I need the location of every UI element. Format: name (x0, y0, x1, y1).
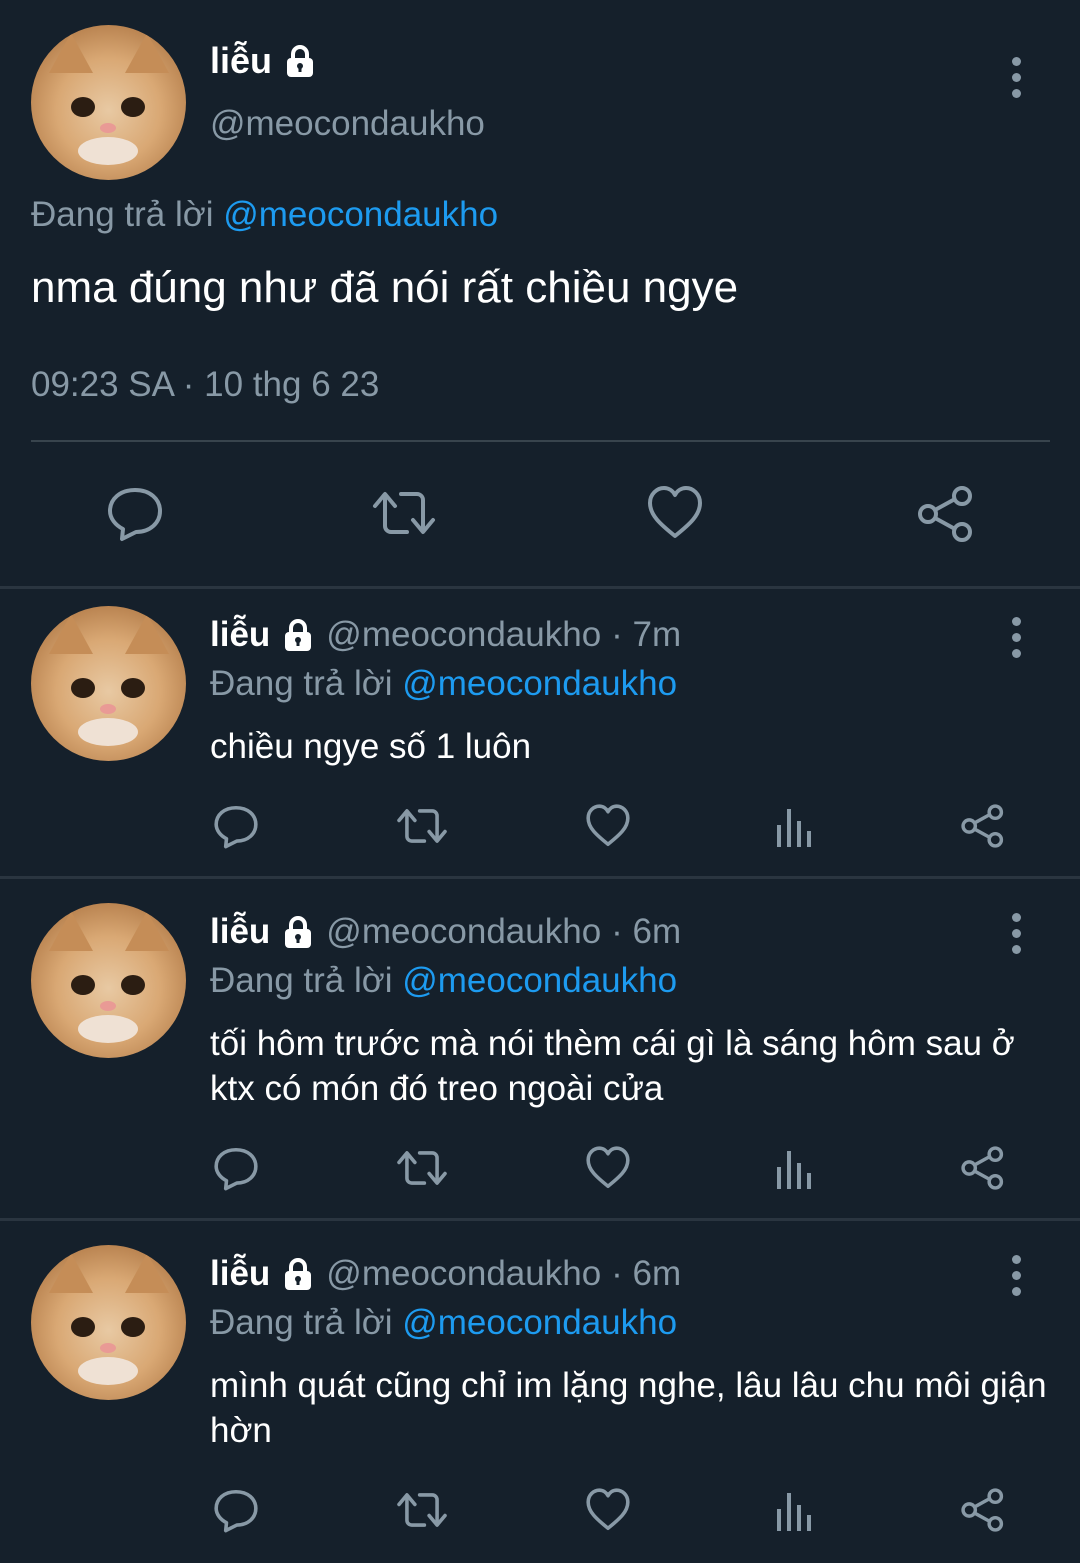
lock-icon (280, 914, 316, 950)
tweet-actions (0, 484, 1080, 544)
tweet-text: tối hôm trước mà nói thèm cái gì là sáng… (210, 1024, 1015, 1108)
author-name[interactable]: liễu (210, 1254, 270, 1294)
lock-icon (280, 1256, 316, 1292)
tweet-actions (0, 1145, 1080, 1195)
replying-to-link[interactable]: @meocondaukho (223, 195, 498, 234)
lock-icon (280, 617, 316, 653)
replying-label: Đang trả lời (31, 195, 214, 234)
reply-tweet[interactable]: liễu @meocondaukho · 6m Đang trả lời @me… (0, 879, 1080, 1219)
share-icon[interactable] (960, 1487, 1006, 1533)
analytics-icon[interactable] (775, 1145, 815, 1191)
divider (31, 440, 1050, 442)
tweet-timestamp[interactable]: 09:23 SA · 10 thg 6 23 (31, 365, 379, 405)
share-icon[interactable] (960, 803, 1006, 849)
replying-label: Đang trả lời (210, 664, 393, 703)
avatar[interactable] (31, 606, 186, 761)
author-handle[interactable]: @meocondaukho (326, 912, 601, 952)
reply-icon[interactable] (106, 484, 164, 542)
reply-icon[interactable] (213, 1487, 259, 1533)
avatar[interactable] (31, 903, 186, 1058)
avatar[interactable] (31, 1245, 186, 1400)
tweet-time: · 6m (611, 912, 682, 951)
like-icon[interactable] (646, 484, 704, 542)
author-handle[interactable]: @meocondaukho (326, 615, 601, 655)
author-name[interactable]: liễu (210, 615, 270, 655)
reply-tweet[interactable]: liễu @meocondaukho · 6m Đang trả lời @me… (0, 1221, 1080, 1563)
lock-icon (282, 43, 318, 79)
retweet-icon[interactable] (395, 803, 449, 849)
tweet-time: · 6m (611, 1254, 682, 1293)
main-tweet: liễu @meocondaukho Đang trả lời @meocond… (0, 0, 1080, 587)
tweet-actions (0, 1487, 1080, 1537)
tweet-time: · 7m (611, 615, 682, 654)
replying-label: Đang trả lời (210, 1303, 393, 1342)
more-options-icon[interactable] (1012, 1255, 1022, 1303)
analytics-icon[interactable] (775, 803, 815, 849)
more-options-icon[interactable] (1012, 617, 1022, 665)
author-handle[interactable]: @meocondaukho (326, 1254, 601, 1294)
reply-icon[interactable] (213, 1145, 259, 1191)
like-icon[interactable] (585, 1487, 631, 1533)
author-handle[interactable]: @meocondaukho (210, 104, 485, 144)
reply-icon[interactable] (213, 803, 259, 849)
retweet-icon[interactable] (395, 1487, 449, 1533)
tweet-text: nma đúng như đã nói rất chiều ngye (31, 263, 739, 312)
author-name[interactable]: liễu (210, 912, 270, 952)
replying-to-link[interactable]: @meocondaukho (402, 664, 677, 703)
tweet-actions (0, 803, 1080, 853)
retweet-icon[interactable] (395, 1145, 449, 1191)
like-icon[interactable] (585, 1145, 631, 1191)
more-options-icon[interactable] (1012, 913, 1022, 961)
share-icon[interactable] (916, 484, 976, 544)
replying-to-link[interactable]: @meocondaukho (402, 961, 677, 1000)
reply-tweet[interactable]: liễu @meocondaukho · 7m Đang trả lời @me… (0, 589, 1080, 876)
avatar[interactable] (31, 25, 186, 180)
replying-label: Đang trả lời (210, 961, 393, 1000)
author-name[interactable]: liễu (210, 40, 272, 82)
retweet-icon[interactable] (371, 484, 437, 542)
replying-to-link[interactable]: @meocondaukho (402, 1303, 677, 1342)
analytics-icon[interactable] (775, 1487, 815, 1533)
like-icon[interactable] (585, 803, 631, 849)
share-icon[interactable] (960, 1145, 1006, 1191)
tweet-text: mình quát cũng chỉ im lặng nghe, lâu lâu… (210, 1366, 1047, 1450)
more-options-icon[interactable] (1012, 57, 1022, 105)
tweet-text: chiều ngye số 1 luôn (210, 727, 532, 766)
